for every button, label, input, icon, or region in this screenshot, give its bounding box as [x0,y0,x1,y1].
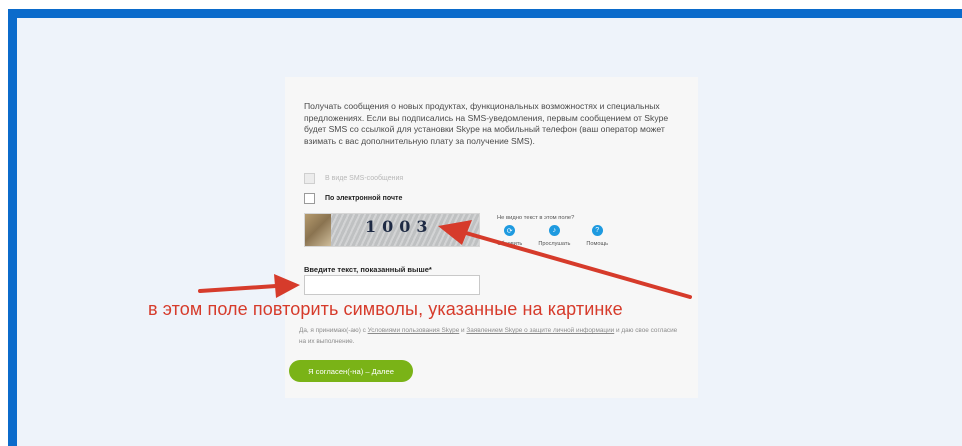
annotation-callout: в этом поле повторить символы, указанные… [148,299,623,319]
arrow-to-input [198,284,278,293]
arrow-to-captcha-head [438,220,472,245]
arrow-to-input-head [274,274,300,298]
arrow-to-captcha [464,231,692,299]
annotation-arrows [198,220,692,299]
